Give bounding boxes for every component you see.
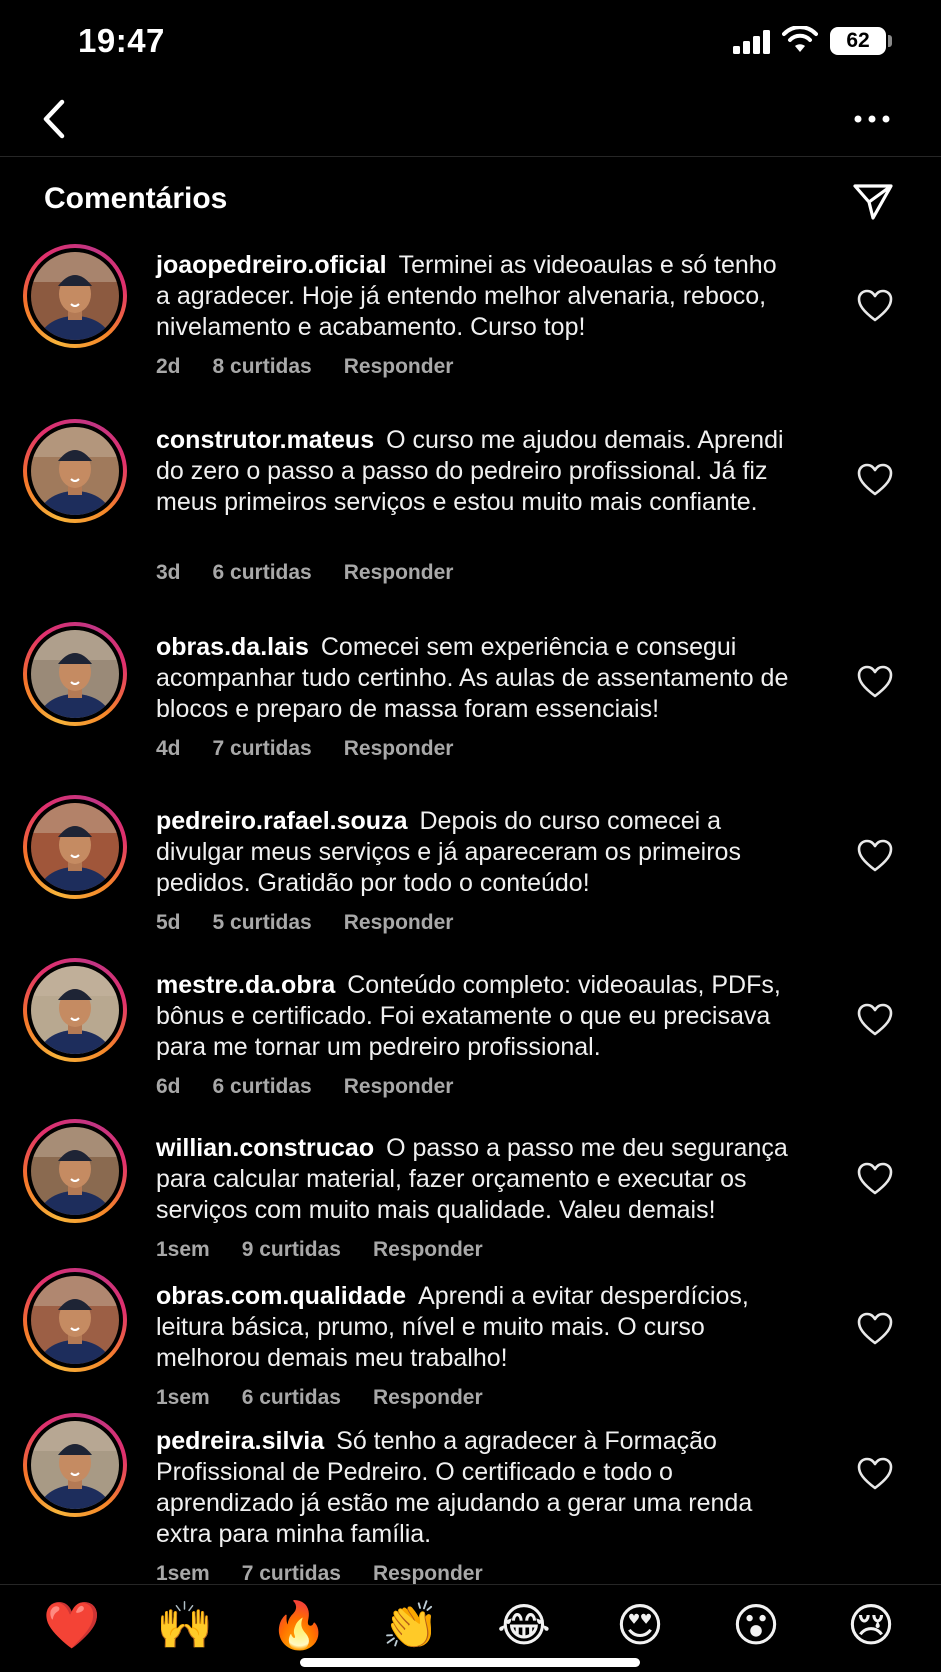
comment-timestamp: 4d	[156, 737, 181, 760]
comment-likes-count[interactable]: 6 curtidas	[213, 1075, 312, 1099]
open-mouth-emoji[interactable]: 😮	[728, 1597, 784, 1653]
comment-text: obras.da.lais Comecei sem experiência e c…	[156, 632, 796, 725]
avatar	[31, 803, 119, 891]
ellipsis-icon[interactable]	[852, 104, 892, 134]
comments-title: Comentários	[44, 182, 228, 215]
avatar	[31, 966, 119, 1054]
comment-likes-count[interactable]: 7 curtidas	[242, 1562, 341, 1586]
battery-tip	[888, 35, 892, 47]
like-heart-icon[interactable]	[857, 665, 893, 699]
reply-button[interactable]: Responder	[373, 1386, 483, 1410]
like-heart-icon[interactable]	[857, 839, 893, 873]
comment-likes-count[interactable]: 7 curtidas	[213, 737, 312, 761]
avatar	[31, 630, 119, 718]
comment-username[interactable]: pedreiro.rafael.souza	[156, 807, 407, 835]
battery-indicator: 62	[830, 27, 886, 55]
paper-plane-icon[interactable]	[851, 180, 895, 222]
comment-likes-count[interactable]: 6 curtidas	[213, 561, 312, 585]
comment-meta: 1sem 6 curtidas Responder	[156, 1386, 483, 1410]
comment-meta: 2d 8 curtidas Responder	[156, 355, 453, 379]
comment-username[interactable]: willian.construcao	[156, 1134, 374, 1162]
comment-text: construtor.mateus O curso me ajudou demai…	[156, 425, 796, 518]
nav-bar	[0, 84, 941, 157]
avatar	[31, 427, 119, 515]
comment-timestamp: 2d	[156, 355, 181, 378]
comment-meta: 6d 6 curtidas Responder	[156, 1075, 453, 1099]
avatar	[31, 1276, 119, 1364]
comment-likes-count[interactable]: 6 curtidas	[242, 1386, 341, 1410]
avatar	[31, 1421, 119, 1509]
comment-text: pedreira.silvia Só tenho a agradecer à Fo…	[156, 1426, 796, 1550]
status-bar: 19:47 62	[0, 0, 941, 84]
like-heart-icon[interactable]	[857, 1457, 893, 1491]
comment-text: willian.construcao O passo a passo me deu…	[156, 1133, 796, 1226]
comment-timestamp: 1sem	[156, 1386, 210, 1409]
avatar-story-ring[interactable]	[23, 419, 127, 523]
red-heart-emoji[interactable]: ❤️	[43, 1597, 100, 1653]
avatar	[31, 252, 119, 340]
reply-button[interactable]: Responder	[344, 1075, 454, 1099]
comment-likes-count[interactable]: 8 curtidas	[213, 355, 312, 379]
comment-likes-count[interactable]: 5 curtidas	[213, 911, 312, 935]
reply-button[interactable]: Responder	[344, 911, 454, 935]
wifi-icon	[782, 26, 818, 52]
raised-hands-emoji[interactable]: 🙌	[156, 1597, 213, 1653]
reply-button[interactable]: Responder	[373, 1562, 483, 1586]
tears-of-joy-emoji[interactable]: 😂	[496, 1597, 552, 1653]
avatar-story-ring[interactable]	[23, 795, 127, 899]
avatar-story-ring[interactable]	[23, 1413, 127, 1517]
avatar-story-ring[interactable]	[23, 244, 127, 348]
fire-emoji[interactable]: 🔥	[270, 1597, 327, 1653]
comment-timestamp: 5d	[156, 911, 181, 934]
comment-text: pedreiro.rafael.souza Depois do curso com…	[156, 806, 796, 899]
avatar-story-ring[interactable]	[23, 622, 127, 726]
status-time: 19:47	[78, 22, 165, 59]
comment-timestamp: 6d	[156, 1075, 181, 1098]
home-indicator	[300, 1658, 640, 1667]
avatar-story-ring[interactable]	[23, 958, 127, 1062]
like-heart-icon[interactable]	[857, 289, 893, 323]
reply-button[interactable]: Responder	[344, 355, 454, 379]
comment-username[interactable]: obras.com.qualidade	[156, 1282, 406, 1310]
comment-text: mestre.da.obra Conteúdo completo: videoau…	[156, 970, 796, 1063]
comment-text: obras.com.qualidade Aprendi a evitar desp…	[156, 1281, 796, 1374]
avatar-story-ring[interactable]	[23, 1268, 127, 1372]
like-heart-icon[interactable]	[857, 1312, 893, 1346]
chevron-left-icon[interactable]	[38, 94, 78, 144]
comment-username[interactable]: obras.da.lais	[156, 633, 309, 661]
comment-username[interactable]: pedreira.silvia	[156, 1427, 324, 1455]
avatar	[31, 1127, 119, 1215]
comment-username[interactable]: joaopedreiro.oficial	[156, 251, 387, 279]
comment-timestamp: 1sem	[156, 1238, 210, 1261]
avatar-story-ring[interactable]	[23, 1119, 127, 1223]
like-heart-icon[interactable]	[857, 463, 893, 497]
comment-likes-count[interactable]: 9 curtidas	[242, 1238, 341, 1262]
like-heart-icon[interactable]	[857, 1162, 893, 1196]
clapping-hands-emoji[interactable]: 👏	[382, 1597, 439, 1653]
comment-username[interactable]: mestre.da.obra	[156, 971, 335, 999]
comment-timestamp: 3d	[156, 561, 181, 584]
like-heart-icon[interactable]	[857, 1003, 893, 1037]
comment-meta: 3d 6 curtidas Responder	[156, 561, 453, 585]
heart-eyes-emoji[interactable]: 😍	[612, 1597, 668, 1653]
reply-button[interactable]: Responder	[373, 1238, 483, 1262]
comment-text: joaopedreiro.oficial Terminei as videoaul…	[156, 250, 796, 343]
reply-button[interactable]: Responder	[344, 737, 454, 761]
comment-meta: 1sem 9 curtidas Responder	[156, 1238, 483, 1262]
crying-face-emoji[interactable]: 😢	[843, 1597, 899, 1653]
reply-button[interactable]: Responder	[344, 561, 454, 585]
comment-meta: 5d 5 curtidas Responder	[156, 911, 453, 935]
comment-meta: 1sem 7 curtidas Responder	[156, 1562, 483, 1586]
comment-timestamp: 1sem	[156, 1562, 210, 1585]
cellular-signal-icon	[733, 30, 773, 54]
comment-username[interactable]: construtor.mateus	[156, 426, 374, 454]
comment-meta: 4d 7 curtidas Responder	[156, 737, 453, 761]
